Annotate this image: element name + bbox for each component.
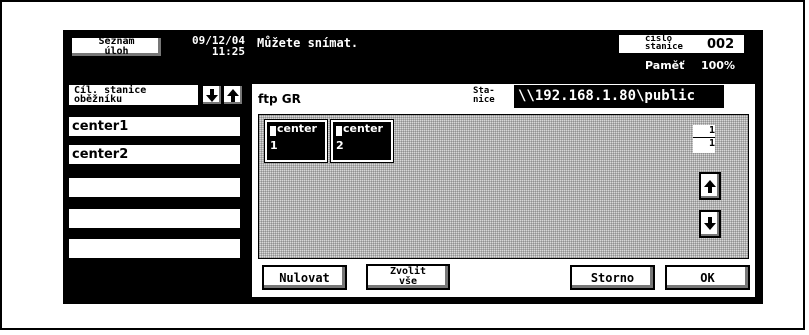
sidebar-item-empty[interactable] bbox=[68, 177, 241, 198]
select-all-label-line2: vše bbox=[398, 276, 418, 287]
destination-tile-number: 2 bbox=[336, 139, 344, 152]
arrow-up-icon bbox=[224, 89, 242, 102]
sidebar-scroll-up-button[interactable] bbox=[222, 84, 244, 106]
reset-button[interactable]: Nulovat bbox=[262, 265, 347, 290]
scroll-down-button[interactable] bbox=[699, 210, 721, 238]
station-path: \\192.168.1.80\public bbox=[514, 85, 724, 108]
control-panel-screen: Seznam úloh 09/12/04 11:25 Můžete snímat… bbox=[63, 30, 763, 304]
ok-button[interactable]: OK bbox=[665, 265, 750, 290]
sidebar-title-line2: oběžníku bbox=[74, 94, 123, 105]
select-all-button[interactable]: Zvolit vše bbox=[366, 264, 450, 290]
sidebar-item-center1[interactable]: center1 bbox=[68, 116, 241, 137]
sidebar-title-box: Cíl. stanice oběžníku bbox=[68, 84, 199, 106]
memory-label: Paměť bbox=[645, 59, 685, 72]
sidebar-scroll-down-button[interactable] bbox=[201, 84, 223, 106]
sidebar-item-center2[interactable]: center2 bbox=[68, 144, 241, 165]
cancel-button[interactable]: Storno bbox=[570, 265, 655, 290]
job-list-label-line2: úloh bbox=[104, 46, 129, 57]
destination-tile[interactable]: center 1 bbox=[264, 119, 328, 163]
destination-icon bbox=[336, 126, 342, 136]
memory-value: 100% bbox=[701, 59, 735, 72]
page-indicator: 1 1 bbox=[693, 125, 715, 153]
arrow-down-icon bbox=[701, 212, 719, 230]
arrow-down-icon bbox=[203, 86, 221, 102]
destination-name: ftp GR bbox=[258, 92, 301, 106]
destination-grid: center 1 center 2 1 1 bbox=[258, 114, 749, 259]
sidebar-item-empty[interactable] bbox=[68, 238, 241, 259]
station-number-label-line2: stanice bbox=[645, 42, 683, 52]
destination-tile-name: center bbox=[343, 122, 383, 135]
destination-tile-name: center bbox=[277, 122, 317, 135]
arrow-up-icon bbox=[701, 180, 719, 193]
scroll-up-button[interactable] bbox=[699, 172, 721, 200]
status-message: Můžete snímat. bbox=[257, 36, 359, 50]
destination-icon bbox=[270, 126, 276, 136]
sidebar-item-empty[interactable] bbox=[68, 208, 241, 229]
destination-tile-number: 1 bbox=[270, 139, 278, 152]
station-label-line2: nice bbox=[473, 95, 495, 105]
destination-tile[interactable]: center 2 bbox=[330, 119, 394, 163]
station-number-box: číslo stanice 002 bbox=[618, 34, 745, 54]
destination-panel: ftp GR Sta- nice \\192.168.1.80\public c… bbox=[251, 83, 756, 298]
page-current: 1 bbox=[708, 125, 715, 136]
job-list-button[interactable]: Seznam úloh bbox=[70, 36, 163, 58]
page-total: 1 bbox=[708, 138, 715, 149]
station-number: 002 bbox=[707, 37, 735, 52]
time-display: 11:25 bbox=[211, 45, 245, 58]
